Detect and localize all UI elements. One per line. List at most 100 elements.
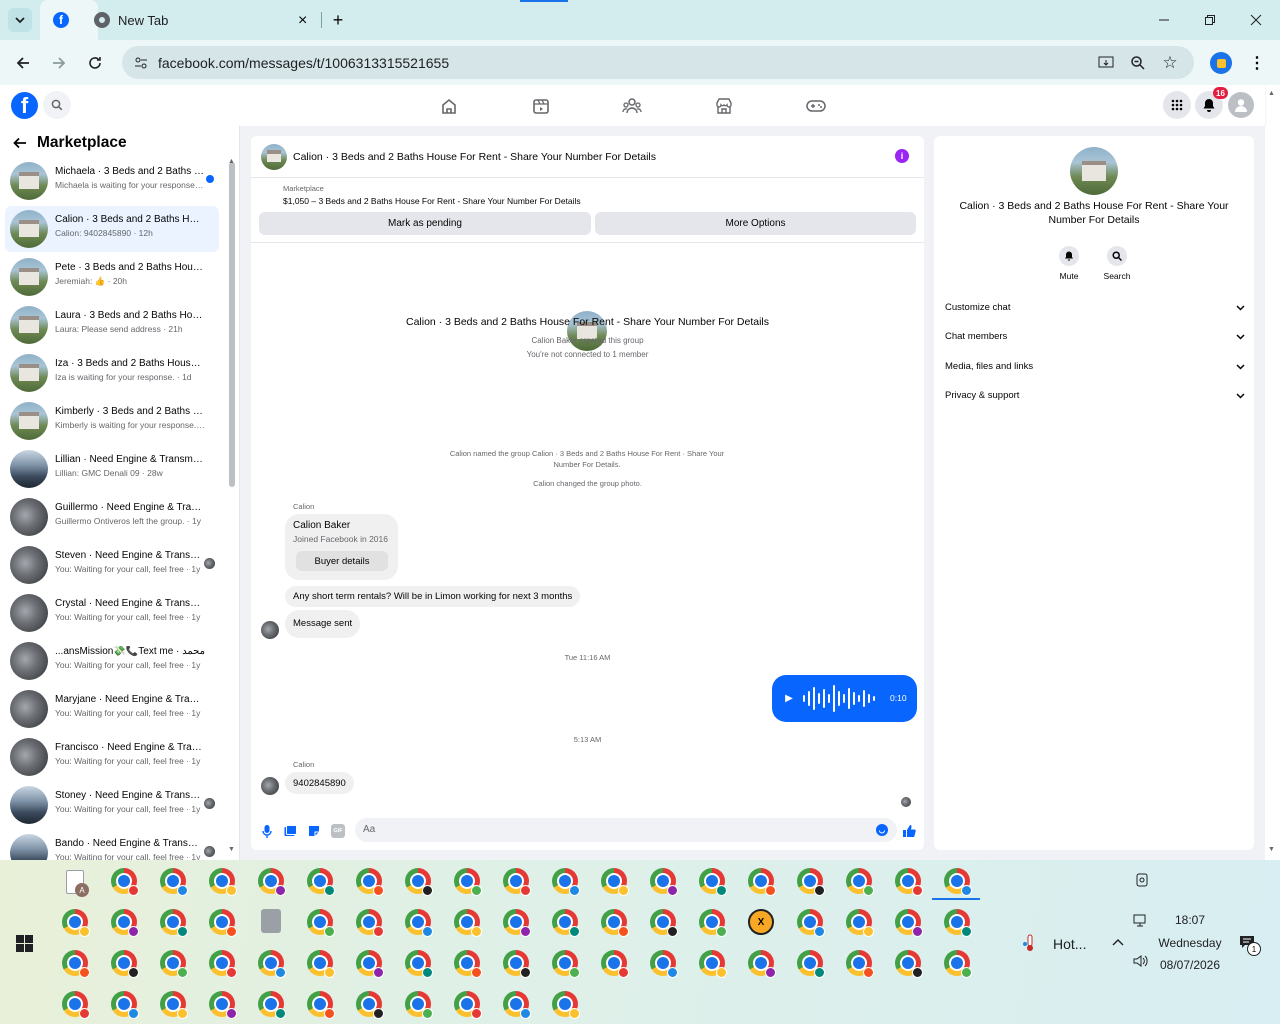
- chrome-profile-icon[interactable]: [405, 950, 433, 978]
- like-thumb-icon[interactable]: [901, 823, 917, 839]
- chrome-profile-icon[interactable]: [356, 909, 384, 937]
- page-scroll-down-icon[interactable]: ▼: [1268, 846, 1275, 853]
- gaming-nav-icon[interactable]: [798, 89, 834, 123]
- chrome-profile-icon[interactable]: [552, 991, 580, 1019]
- game-app-icon[interactable]: X: [748, 909, 774, 935]
- site-settings-icon[interactable]: [132, 54, 150, 72]
- install-app-icon[interactable]: [1096, 53, 1116, 73]
- utility-app-icon[interactable]: [261, 909, 281, 933]
- conversation-item[interactable]: Crystal · Need Engine & Transmission You:…: [5, 590, 219, 636]
- forward-arrow-icon[interactable]: [48, 52, 70, 74]
- microphone-icon[interactable]: [260, 824, 274, 838]
- conversation-item[interactable]: Stoney · Need Engine & Transmission You: …: [5, 782, 219, 828]
- account-avatar[interactable]: [1228, 92, 1254, 118]
- media-files-links-section[interactable]: Media, files and links: [945, 361, 1245, 372]
- weather-text[interactable]: Hot...: [1053, 936, 1086, 952]
- meet-now-icon[interactable]: [1134, 872, 1150, 888]
- tab-facebook[interactable]: f: [40, 0, 98, 40]
- scroll-up-icon[interactable]: ▲: [228, 158, 235, 165]
- groups-nav-icon[interactable]: [614, 89, 650, 123]
- emoji-icon[interactable]: [876, 824, 888, 836]
- chrome-profile-icon[interactable]: [944, 909, 972, 937]
- chat-members-section[interactable]: Chat members: [945, 331, 1245, 342]
- chrome-profile-icon[interactable]: [503, 991, 531, 1019]
- chrome-profile-icon[interactable]: [699, 950, 727, 978]
- chrome-profile-icon[interactable]: [307, 909, 335, 937]
- chrome-profile-icon[interactable]: [356, 868, 384, 896]
- chrome-profile-icon[interactable]: [160, 909, 188, 937]
- back-arrow-icon[interactable]: [12, 52, 34, 74]
- chrome-profile-icon[interactable]: [944, 950, 972, 978]
- back-arrow-icon[interactable]: [12, 135, 28, 151]
- weather-icon[interactable]: [1022, 934, 1040, 952]
- marketplace-nav-icon[interactable]: [706, 89, 742, 123]
- conversation-item[interactable]: Pete · 3 Beds and 2 Baths House For Rent…: [5, 254, 219, 300]
- more-options-button[interactable]: More Options: [595, 212, 916, 235]
- chrome-profile-icon[interactable]: [62, 950, 90, 978]
- chrome-profile-icon[interactable]: [258, 991, 286, 1019]
- network-icon[interactable]: [1132, 912, 1150, 930]
- chrome-profile-icon[interactable]: [503, 909, 531, 937]
- mark-as-pending-button[interactable]: Mark as pending: [259, 212, 591, 235]
- chrome-profile-icon[interactable]: [454, 909, 482, 937]
- chat-group-avatar[interactable]: [261, 144, 287, 170]
- chrome-profile-icon[interactable]: [503, 950, 531, 978]
- mute-button[interactable]: [1059, 246, 1079, 266]
- chrome-profile-icon[interactable]: [895, 909, 923, 937]
- chrome-profile-icon[interactable]: [356, 991, 384, 1019]
- facebook-logo-icon[interactable]: f: [11, 92, 38, 119]
- clock-date[interactable]: 08/07/2026: [1152, 958, 1228, 972]
- volume-icon[interactable]: [1132, 952, 1150, 970]
- chrome-profile-icon[interactable]: [405, 909, 433, 937]
- message-input[interactable]: Aa: [355, 818, 897, 842]
- chrome-profile-icon[interactable]: [111, 991, 139, 1019]
- sidebar-scrollbar[interactable]: [229, 162, 235, 487]
- chrome-profile-icon[interactable]: [601, 868, 629, 896]
- chat-title[interactable]: Calion · 3 Beds and 2 Baths House For Re…: [293, 151, 656, 163]
- chrome-profile-icon[interactable]: [307, 950, 335, 978]
- photo-icon[interactable]: [283, 824, 297, 838]
- chrome-profile-icon[interactable]: [307, 991, 335, 1019]
- chrome-profile-icon[interactable]: [846, 909, 874, 937]
- extension-icon[interactable]: [1210, 52, 1232, 74]
- chrome-profile-icon[interactable]: [454, 991, 482, 1019]
- conversation-item[interactable]: Kimberly · 3 Beds and 2 Baths House For …: [5, 398, 219, 444]
- conversation-item[interactable]: Lillian · Need Engine & Transmission Lill…: [5, 446, 219, 492]
- message-bubble[interactable]: Any short term rentals? Will be in Limon…: [285, 586, 581, 607]
- sticker-icon[interactable]: [307, 824, 321, 838]
- chrome-profile-icon[interactable]: [601, 909, 629, 937]
- bookmark-star-icon[interactable]: ☆: [1160, 53, 1180, 73]
- conversation-item[interactable]: Calion · 3 Beds and 2 Baths House For Re…: [5, 206, 219, 252]
- chrome-profile-icon[interactable]: [846, 950, 874, 978]
- scroll-down-icon[interactable]: ▼: [228, 846, 235, 853]
- buyer-details-button[interactable]: Buyer details: [296, 551, 388, 571]
- close-tab-icon[interactable]: ×: [298, 12, 307, 30]
- search-facebook-button[interactable]: [43, 91, 71, 119]
- chrome-profile-icon[interactable]: [454, 868, 482, 896]
- customize-chat-section[interactable]: Customize chat: [945, 302, 1245, 313]
- conversation-item[interactable]: Bando · Need Engine & Transmission You: W…: [5, 830, 219, 860]
- minimize-icon[interactable]: [1154, 10, 1174, 30]
- restore-icon[interactable]: [1200, 10, 1220, 30]
- chrome-profile-icon[interactable]: [307, 868, 335, 896]
- chrome-profile-icon[interactable]: [797, 909, 825, 937]
- conversation-info-icon[interactable]: i: [895, 149, 909, 163]
- chrome-profile-icon[interactable]: [650, 950, 678, 978]
- clock-day[interactable]: Wednesday: [1152, 936, 1228, 950]
- tab-new-tab[interactable]: New Tab ×: [94, 0, 322, 40]
- conversation-item[interactable]: Guillermo · Need Engine & Transmission Gu…: [5, 494, 219, 540]
- play-icon[interactable]: ▶: [782, 691, 796, 705]
- chrome-profile-icon[interactable]: [258, 868, 286, 896]
- home-nav-icon[interactable]: [431, 89, 467, 123]
- sender-avatar[interactable]: [261, 777, 279, 795]
- chrome-profile-icon[interactable]: [258, 950, 286, 978]
- chrome-profile-icon[interactable]: [209, 868, 237, 896]
- chrome-profile-icon[interactable]: [699, 868, 727, 896]
- chrome-profile-icon[interactable]: [552, 950, 580, 978]
- search-conversation-button[interactable]: [1107, 246, 1127, 266]
- clock-time[interactable]: 18:07: [1160, 913, 1220, 927]
- chrome-profile-icon[interactable]: [209, 909, 237, 937]
- chrome-profile-icon[interactable]: [846, 868, 874, 896]
- zoom-icon[interactable]: [1128, 53, 1148, 73]
- message-bubble[interactable]: 9402845890: [285, 772, 354, 794]
